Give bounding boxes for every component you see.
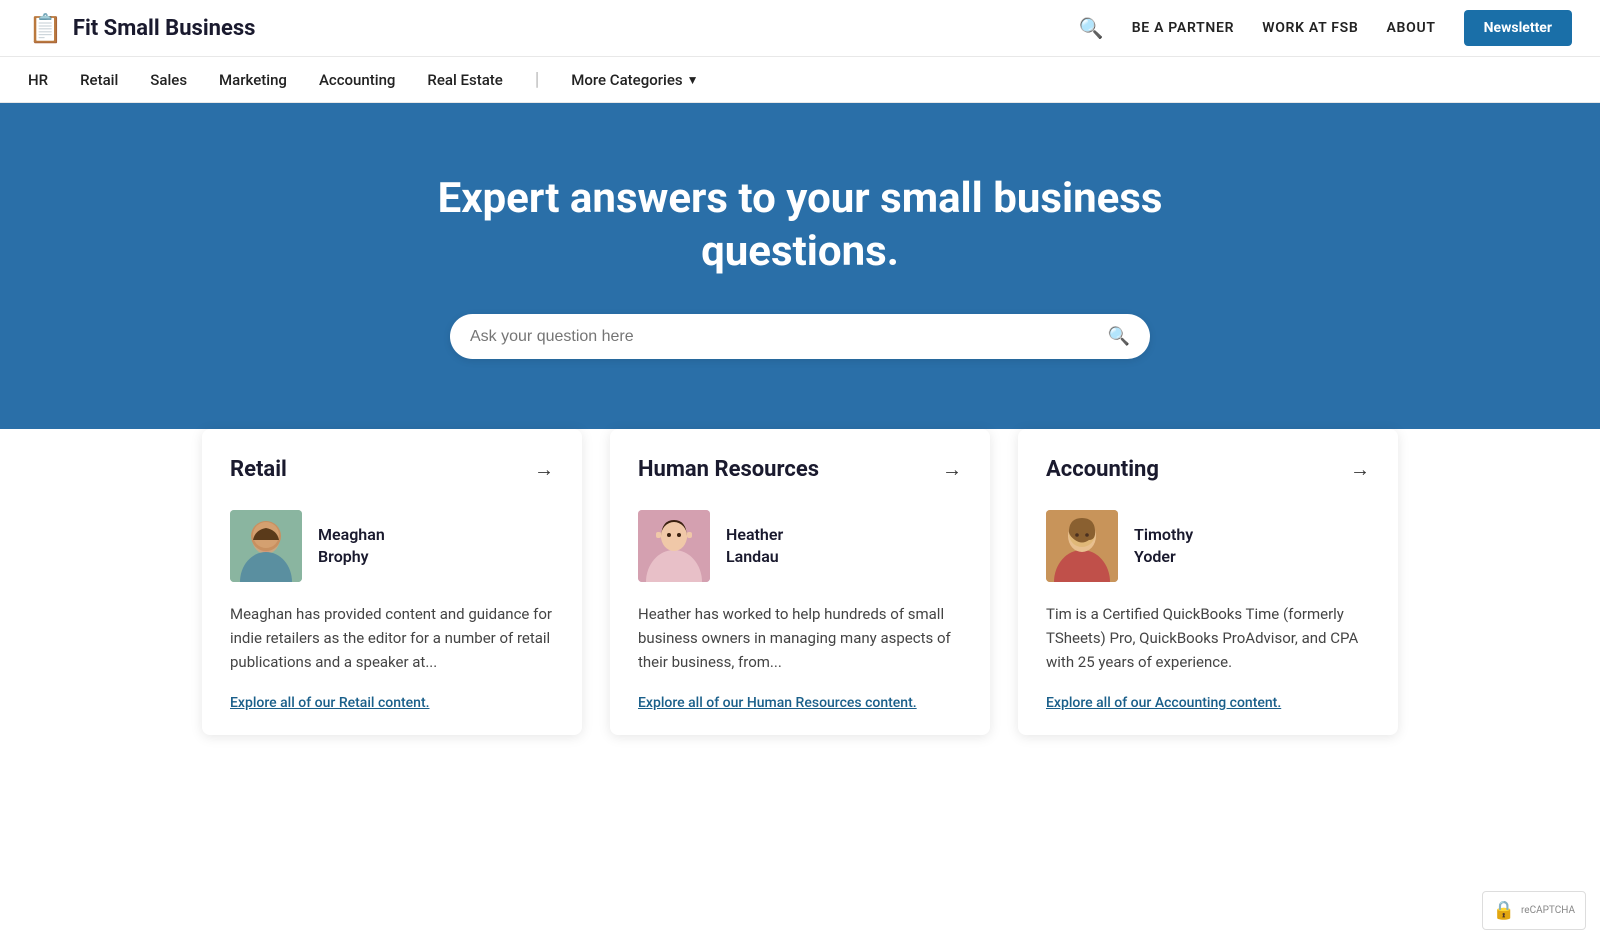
nav-item-hr[interactable]: HR (28, 71, 48, 89)
card-hr: Human Resources → (610, 429, 990, 735)
nav-item-retail[interactable]: Retail (80, 71, 118, 89)
search-bar: 🔍 (450, 314, 1150, 359)
card-accounting: Accounting → TimothyYoder (1018, 429, 1398, 735)
newsletter-button[interactable]: Newsletter (1464, 10, 1572, 46)
logo-icon: 📋 (28, 12, 63, 45)
accounting-explore-link[interactable]: Explore all of our Accounting content. (1046, 695, 1281, 711)
card-accounting-header: Accounting → (1046, 457, 1370, 482)
work-link[interactable]: WORK AT FSB (1262, 20, 1358, 36)
card-hr-title: Human Resources (638, 457, 819, 482)
nav-item-real-estate[interactable]: Real Estate (427, 71, 502, 89)
header-nav: 🔍 BE A PARTNER WORK AT FSB ABOUT Newslet… (1079, 10, 1572, 46)
card-hr-author: HeatherLandau (638, 510, 962, 582)
card-accounting-author: TimothyYoder (1046, 510, 1370, 582)
hr-explore-link[interactable]: Explore all of our Human Resources conte… (638, 695, 917, 711)
cards-container: Retail → MeaghanBrophy Mea (160, 429, 1440, 735)
accounting-card-description: Tim is a Certified QuickBooks Time (form… (1046, 602, 1370, 674)
logo-text: Fit Small Business (73, 16, 256, 41)
card-hr-header: Human Resources → (638, 457, 962, 482)
retail-card-description: Meaghan has provided content and guidanc… (230, 602, 554, 674)
card-retail-arrow[interactable]: → (534, 457, 554, 482)
hr-author-avatar (638, 510, 710, 582)
recaptcha-badge: 🔒 reCAPTCHA (1482, 891, 1586, 930)
retail-author-name: MeaghanBrophy (318, 524, 385, 569)
nav-item-marketing[interactable]: Marketing (219, 71, 287, 89)
partner-link[interactable]: BE A PARTNER (1132, 20, 1234, 36)
retail-author-avatar (230, 510, 302, 582)
nav-item-accounting[interactable]: Accounting (319, 71, 395, 89)
search-icon[interactable]: 🔍 (1079, 16, 1104, 40)
site-logo[interactable]: 📋 Fit Small Business (28, 12, 255, 45)
nav-separator: | (535, 69, 539, 90)
about-link[interactable]: ABOUT (1386, 20, 1435, 36)
recaptcha-label: reCAPTCHA (1521, 905, 1575, 916)
nav-item-sales[interactable]: Sales (150, 71, 187, 89)
recaptcha-icon: 🔒 (1493, 900, 1515, 921)
card-retail: Retail → MeaghanBrophy Mea (202, 429, 582, 735)
cards-section: Retail → MeaghanBrophy Mea (0, 429, 1600, 795)
card-accounting-title: Accounting (1046, 457, 1159, 482)
hr-author-name: HeatherLandau (726, 524, 783, 569)
search-input[interactable] (470, 328, 1108, 346)
accounting-author-avatar (1046, 510, 1118, 582)
card-accounting-arrow[interactable]: → (1350, 457, 1370, 482)
accounting-author-name: TimothyYoder (1134, 524, 1193, 569)
search-submit-icon[interactable]: 🔍 (1108, 326, 1130, 347)
card-retail-author: MeaghanBrophy (230, 510, 554, 582)
hero-headline: Expert answers to your small business qu… (425, 173, 1175, 278)
card-retail-title: Retail (230, 457, 287, 482)
hr-card-description: Heather has worked to help hundreds of s… (638, 602, 962, 674)
more-categories-dropdown[interactable]: More Categories ▼ (571, 71, 698, 89)
retail-explore-link[interactable]: Explore all of our Retail content. (230, 695, 430, 711)
main-nav: HR Retail Sales Marketing Accounting Rea… (0, 57, 1600, 103)
site-header: 📋 Fit Small Business 🔍 BE A PARTNER WORK… (0, 0, 1600, 57)
more-categories-label: More Categories (571, 71, 682, 89)
card-retail-header: Retail → (230, 457, 554, 482)
chevron-down-icon: ▼ (687, 73, 699, 87)
card-hr-arrow[interactable]: → (942, 457, 962, 482)
